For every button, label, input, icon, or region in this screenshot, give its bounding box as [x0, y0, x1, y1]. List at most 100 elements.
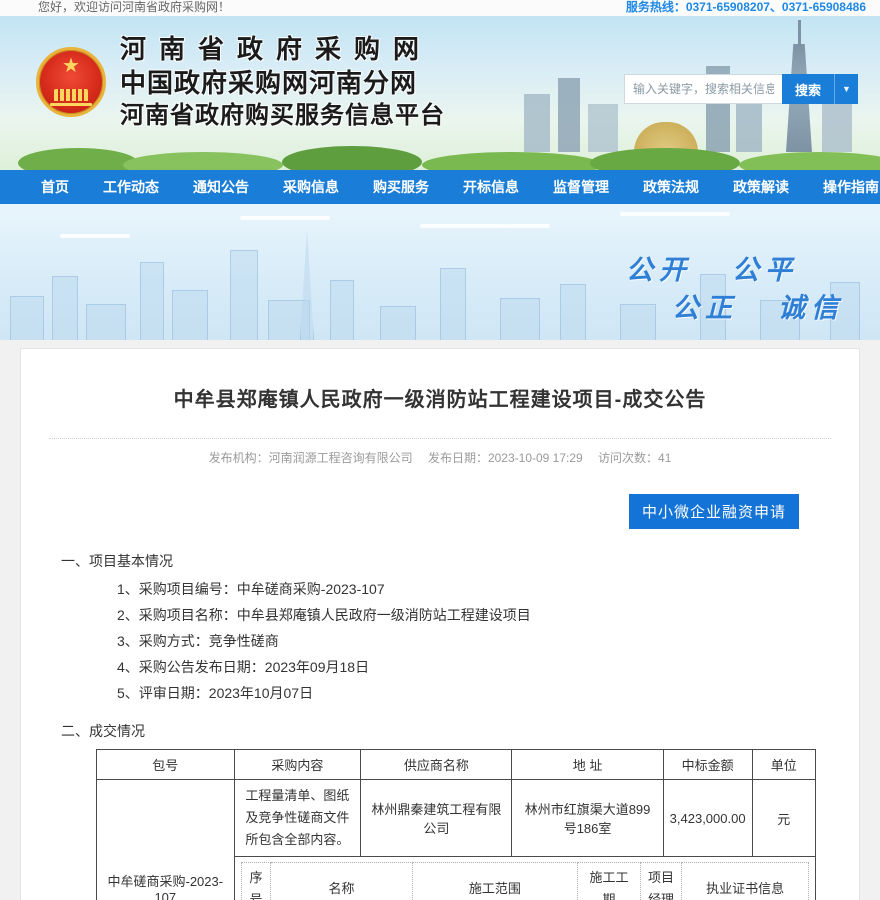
cloud-decor — [620, 212, 730, 216]
skyline-building — [330, 280, 354, 340]
site-title-line1: 河南省政府采购网 — [120, 32, 445, 66]
cloud-decor — [240, 216, 330, 220]
nav-item-supervision[interactable]: 监督管理 — [536, 170, 626, 204]
search-button[interactable]: 搜索 — [782, 74, 834, 104]
section1-item: 4、采购公告发布日期：2023年09月18日 — [117, 660, 819, 675]
skyline-building — [230, 250, 258, 340]
site-title-line2: 中国政府采购网河南分网 — [120, 66, 445, 100]
tree-blob — [422, 152, 602, 170]
visit-count: 访问次数：41 — [598, 451, 671, 465]
gate-base-icon — [50, 103, 92, 106]
cell-supplier-name: 林州鼎秦建筑工程有限公司 — [361, 780, 512, 857]
header-building — [524, 94, 550, 152]
skyline-building — [440, 268, 466, 340]
slogan-fair: 公平 — [732, 248, 798, 287]
service-hotline: 服务热线：0371-65908207、0371-65908486 — [626, 0, 866, 15]
sme-financing-button[interactable]: 中小微企业融资申请 — [629, 494, 799, 529]
tree-blob — [590, 148, 740, 170]
skyline-building — [560, 284, 586, 340]
header-procurement-content: 采购内容 — [234, 750, 361, 780]
header-treeline — [0, 150, 880, 170]
skyline-building — [10, 296, 44, 340]
top-utility-bar: 您好，欢迎访问河南省政府采购网！ 服务热线：0371-65908207、0371… — [0, 0, 880, 16]
slogan-just: 公正 — [672, 286, 738, 325]
header-unit: 单位 — [752, 750, 815, 780]
table-row: 中牟磋商采购-2023-107 工程量清单、图纸及竞争性磋商文件所包含全部内容。… — [97, 780, 816, 857]
deal-result-table: 包号 采购内容 供应商名称 地 址 中标金额 单位 中牟磋商采购-2023-10… — [96, 749, 816, 900]
site-header: ★ 河南省政府采购网 中国政府采购网河南分网 河南省政府购买服务信息平台 搜索 … — [0, 16, 880, 170]
main-nav: 首页 工作动态 通知公告 采购信息 购买服务 开标信息 监督管理 政策法规 政策… — [0, 170, 880, 204]
welcome-text: 您好，欢迎访问河南省政府采购网！ — [38, 0, 230, 15]
cloud-decor — [420, 224, 550, 228]
slogan-line-1: 公开 公平 — [626, 248, 798, 287]
header-package-no: 包号 — [97, 750, 235, 780]
cell-package-no: 中牟磋商采购-2023-107 — [97, 780, 235, 900]
header-supplier-name: 供应商名称 — [361, 750, 512, 780]
section1-item: 1、采购项目编号：中牟磋商采购-2023-107 — [117, 582, 819, 597]
nav-item-policies[interactable]: 政策法规 — [626, 170, 716, 204]
inner-header-cert: 执业证书信息 — [682, 863, 809, 900]
section1-item: 5、评审日期：2023年10月07日 — [117, 686, 819, 701]
slogan-line-2: 公正 诚信 — [672, 286, 844, 325]
slogan-integrity: 诚信 — [778, 286, 844, 325]
header-award-amount: 中标金额 — [663, 750, 752, 780]
article-meta: 发布机构：河南润源工程咨询有限公司 发布日期：2023-10-09 17:29 … — [49, 438, 831, 466]
tree-blob — [282, 146, 422, 170]
cell-address: 林州市红旗渠大道899号186室 — [512, 780, 663, 857]
construction-detail-table: 序号 名称 施工范围 施工工期 项目经理 执业证书信息 1 中牟县郑庵镇人民政府… — [241, 862, 809, 900]
cloud-decor — [60, 234, 130, 238]
skyline-building — [620, 304, 656, 340]
inner-header-name: 名称 — [271, 863, 412, 900]
publisher: 发布机构：河南润源工程咨询有限公司 — [209, 451, 413, 465]
skyline-building — [172, 290, 208, 340]
inner-header-scope: 施工范围 — [412, 863, 578, 900]
cell-unit: 元 — [752, 780, 815, 857]
cell-procurement-content: 工程量清单、图纸及竞争性磋商文件所包含全部内容。 — [234, 780, 361, 857]
nav-item-operation-guide[interactable]: 操作指南 — [806, 170, 880, 204]
nav-item-home[interactable]: 首页 — [24, 170, 86, 204]
finance-button-row: 中小微企业融资申请 — [21, 494, 859, 529]
section1-item: 2、采购项目名称：中牟县郑庵镇人民政府一级消防站工程建设项目 — [117, 608, 819, 623]
site-logo[interactable]: ★ 河南省政府采购网 中国政府采购网河南分网 河南省政府购买服务信息平台 — [36, 32, 445, 132]
national-emblem-icon: ★ — [36, 47, 106, 117]
nested-table-cell: 序号 名称 施工范围 施工工期 项目经理 执业证书信息 1 中牟县郑庵镇人民政府… — [234, 857, 815, 900]
page-background: 中牟县郑庵镇人民政府一级消防站工程建设项目-成交公告 发布机构：河南润源工程咨询… — [0, 340, 880, 900]
announcement-card: 中牟县郑庵镇人民政府一级消防站工程建设项目-成交公告 发布机构：河南润源工程咨询… — [20, 348, 860, 900]
nav-item-procurement-info[interactable]: 采购信息 — [266, 170, 356, 204]
inner-header-row: 序号 名称 施工范围 施工工期 项目经理 执业证书信息 — [241, 863, 808, 900]
inner-header-manager: 项目经理 — [640, 863, 682, 900]
search-input[interactable] — [624, 74, 782, 104]
nav-item-work-news[interactable]: 工作动态 — [86, 170, 176, 204]
tree-blob — [123, 152, 283, 170]
nav-item-purchase-services[interactable]: 购买服务 — [356, 170, 446, 204]
section1-heading: 一、项目基本情况 — [61, 551, 819, 571]
section1-item: 3、采购方式：竞争性磋商 — [117, 634, 819, 649]
tree-blob — [18, 148, 138, 170]
star-icon: ★ — [62, 56, 80, 76]
site-title-block: 河南省政府采购网 中国政府采购网河南分网 河南省政府购买服务信息平台 — [120, 32, 445, 132]
table-header-row: 包号 采购内容 供应商名称 地 址 中标金额 单位 — [97, 750, 816, 780]
slogan-open: 公开 — [626, 248, 692, 287]
skyline-building — [86, 304, 126, 340]
nav-item-bid-opening[interactable]: 开标信息 — [446, 170, 536, 204]
skyline-building — [500, 298, 540, 340]
site-title-line3: 河南省政府购买服务信息平台 — [120, 100, 445, 132]
inner-header-duration: 施工工期 — [578, 863, 640, 900]
chevron-down-icon: ▼ — [842, 84, 851, 94]
skyline-spire — [300, 230, 314, 340]
gate-icon — [54, 89, 88, 101]
header-building — [558, 78, 580, 152]
inner-header-no: 序号 — [241, 863, 271, 900]
header-building — [822, 100, 852, 152]
cell-award-amount: 3,423,000.00 — [663, 780, 752, 857]
search-options-dropdown[interactable]: ▼ — [834, 74, 858, 104]
header-address: 地 址 — [512, 750, 663, 780]
header-building — [588, 104, 618, 152]
publish-date: 发布日期：2023-10-09 17:29 — [428, 451, 583, 465]
search-bar: 搜索 ▼ — [624, 74, 858, 104]
nav-item-policy-interpretation[interactable]: 政策解读 — [716, 170, 806, 204]
section2-heading: 二、成交情况 — [61, 721, 819, 741]
skyline-building — [52, 276, 78, 340]
nav-item-notices[interactable]: 通知公告 — [176, 170, 266, 204]
slogan-banner: 公开 公平 公正 诚信 — [0, 204, 880, 340]
